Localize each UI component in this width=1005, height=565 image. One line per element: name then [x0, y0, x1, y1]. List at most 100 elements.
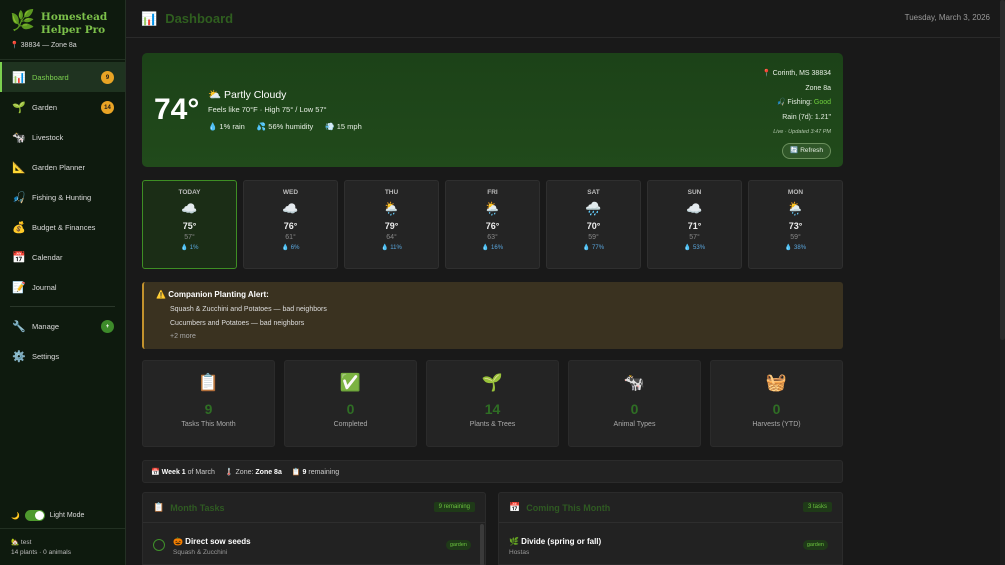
feels-like: Feels like 70°F · High 75° / Low 57°	[208, 105, 327, 114]
sidebar-item-garden[interactable]: 🌱 Garden 14	[0, 92, 125, 122]
leaf-logo-icon: 🌿	[10, 10, 35, 32]
day-name: SUN	[687, 189, 702, 196]
forecast-day[interactable]: MON 🌦️ 73° 59° 💧 38%	[748, 180, 843, 269]
day-rain: 💧 11%	[381, 245, 402, 251]
task-item[interactable]: 🎃 Direct sow seeds Squash & Zucchini gar…	[153, 537, 475, 556]
day-rain: 💧 38%	[784, 245, 807, 251]
rain-7day: Rain (7d): 1.21"	[782, 113, 831, 121]
top-bar: 📊 Dashboard Tuesday, March 3, 2026	[126, 0, 1005, 38]
user-stats: 14 plants · 0 animals	[11, 549, 71, 556]
user-summary: 🏡 test 14 plants · 0 animals	[0, 528, 125, 565]
sidebar: 🌿 Homestead Helper Pro 📍 38834 — Zone 8a…	[0, 0, 126, 565]
forecast-day[interactable]: TODAY ☁️ 75° 57° 💧 1%	[142, 180, 237, 269]
light-mode-toggle[interactable]	[24, 510, 45, 521]
current-temperature: 74°	[154, 93, 200, 126]
forecast-day[interactable]: THU 🌦️ 79° 64° 💧 11%	[344, 180, 439, 269]
stat-value: 0	[630, 401, 639, 417]
remaining-info: 📋 9 remaining	[292, 468, 339, 476]
stat-value: 0	[346, 401, 355, 417]
moon-icon: 🌙	[11, 512, 20, 520]
week-number: Week 1	[161, 468, 186, 476]
stat-label: Plants & Trees	[469, 421, 516, 428]
week-summary-bar: 📅 Week 1 of March 🌡️ Zone: Zone 8a 📋 9 r…	[142, 460, 843, 483]
upcoming-item[interactable]: 🌿 Divide (spring or fall) Hostas garden	[509, 537, 832, 556]
day-high: 73°	[788, 221, 803, 231]
day-high: 76°	[283, 221, 298, 231]
task-title: 🌿 Divide (spring or fall)	[509, 537, 602, 546]
add-badge: +	[101, 320, 114, 333]
day-rain: 💧 6%	[281, 245, 300, 251]
updated-time: Live · Updated 3:47 PM	[773, 129, 831, 135]
sidebar-item-label: Garden	[32, 102, 58, 112]
stat-card-tasks[interactable]: 📋 9 Tasks This Month	[142, 360, 275, 447]
sidebar-item-garden-planner[interactable]: 📐 Garden Planner	[0, 152, 125, 182]
stat-value: 14	[484, 401, 501, 417]
page-title: Dashboard	[165, 11, 234, 26]
alert-line: Cucumbers and Potatoes — bad neighbors	[170, 320, 305, 327]
sidebar-item-fishing-hunting[interactable]: 🎣 Fishing & Hunting	[0, 182, 125, 212]
sidebar-item-calendar[interactable]: 📅 Calendar	[0, 242, 125, 272]
week-month: of March	[187, 468, 215, 476]
panel-header: 📋 Month Tasks 9 remaining	[143, 493, 485, 523]
panel-scrollbar[interactable]	[480, 524, 484, 565]
scrollbar-thumb[interactable]	[1000, 0, 1005, 340]
forecast-day[interactable]: SUN ☁️ 71° 57° 💧 53%	[647, 180, 742, 269]
forecast-day[interactable]: WED ☁️ 76° 61° 💧 6%	[243, 180, 338, 269]
weather-stats: 💧 1% rain 💦 56% humidity 💨 15 mph	[208, 122, 362, 131]
page-scrollbar[interactable]	[1000, 0, 1005, 565]
stat-value: 9	[204, 401, 213, 417]
stats-row: 📋 9 Tasks This Month ✅ 0 Completed 🌱 14 …	[142, 360, 843, 447]
sidebar-item-settings[interactable]: ⚙️ Settings	[0, 341, 125, 371]
nav-divider	[10, 306, 115, 307]
stat-label: Tasks This Month	[181, 421, 236, 428]
alert-title: ⚠️ Companion Planting Alert:	[156, 290, 831, 299]
day-low: 59°	[790, 234, 801, 241]
day-high: 76°	[485, 221, 500, 231]
day-low: 57°	[689, 234, 700, 241]
sidebar-item-journal[interactable]: 📝 Journal	[0, 272, 125, 302]
sidebar-item-dashboard[interactable]: 📊 Dashboard 9	[0, 62, 125, 92]
forecast-day[interactable]: SAT 🌧️ 70° 59° 💧 77%	[546, 180, 641, 269]
fishing-value: Good	[813, 99, 831, 106]
alert-more-link[interactable]: +2 more	[156, 333, 831, 340]
sun-rain-icon: 🌦️	[383, 201, 400, 216]
clipboard-icon: 📋	[153, 502, 165, 512]
app-name: Homestead Helper Pro	[41, 10, 107, 36]
stat-card-animals[interactable]: 🐄 0 Animal Types	[568, 360, 701, 447]
sidebar-item-livestock[interactable]: 🐄 Livestock	[0, 122, 125, 152]
day-rain: 💧 53%	[683, 245, 706, 251]
count-badge: 9	[101, 71, 114, 84]
main-nav: 📊 Dashboard 9 🌱 Garden 14 🐄 Livestock 📐 …	[0, 62, 125, 371]
task-checkbox[interactable]	[153, 539, 165, 551]
zone-value: Zone 8a	[255, 468, 282, 476]
cloud-icon: ☁️	[181, 201, 198, 216]
zone-label: Zone:	[235, 468, 254, 476]
day-name: MON	[787, 189, 804, 196]
day-name: WED	[282, 189, 299, 196]
panel-title: Coming This Month	[526, 502, 611, 513]
stat-card-harvests[interactable]: 🧺 0 Harvests (YTD)	[710, 360, 843, 447]
stat-card-completed[interactable]: ✅ 0 Completed	[284, 360, 417, 447]
sidebar-item-budget[interactable]: 💰 Budget & Finances	[0, 212, 125, 242]
task-title: 🎃 Direct sow seeds	[173, 537, 251, 546]
alert-line: Squash & Zucchini and Potatoes — bad nei…	[170, 306, 327, 313]
memo-icon: 📝	[12, 281, 26, 294]
sidebar-item-manage[interactable]: 🔧 Manage +	[0, 311, 125, 341]
day-low: 64°	[386, 234, 397, 241]
stat-card-plants[interactable]: 🌱 14 Plants & Trees	[426, 360, 559, 447]
app-name-line1: Homestead	[40, 11, 108, 23]
wind-speed: 💨 15 mph	[325, 122, 362, 131]
warning-icon: ⚠️	[156, 290, 166, 299]
stat-value: 0	[772, 401, 781, 417]
day-high: 71°	[687, 221, 702, 231]
panel-title: Month Tasks	[170, 502, 225, 513]
forecast-day[interactable]: FRI 🌦️ 76° 63° 💧 16%	[445, 180, 540, 269]
fishing-pole-icon: 🎣	[12, 191, 26, 204]
zone-info: 🌡️ Zone: Zone 8a	[225, 468, 282, 476]
tasks-count-badge: 3 tasks	[802, 502, 832, 512]
day-name: FRI	[487, 189, 498, 196]
cloud-icon: ☁️	[282, 201, 299, 216]
forecast-row: TODAY ☁️ 75° 57° 💧 1% WED ☁️ 76° 61° 💧 6…	[142, 180, 843, 269]
refresh-button[interactable]: 🔄 Refresh	[782, 142, 831, 159]
day-rain: 💧 16%	[481, 245, 504, 251]
